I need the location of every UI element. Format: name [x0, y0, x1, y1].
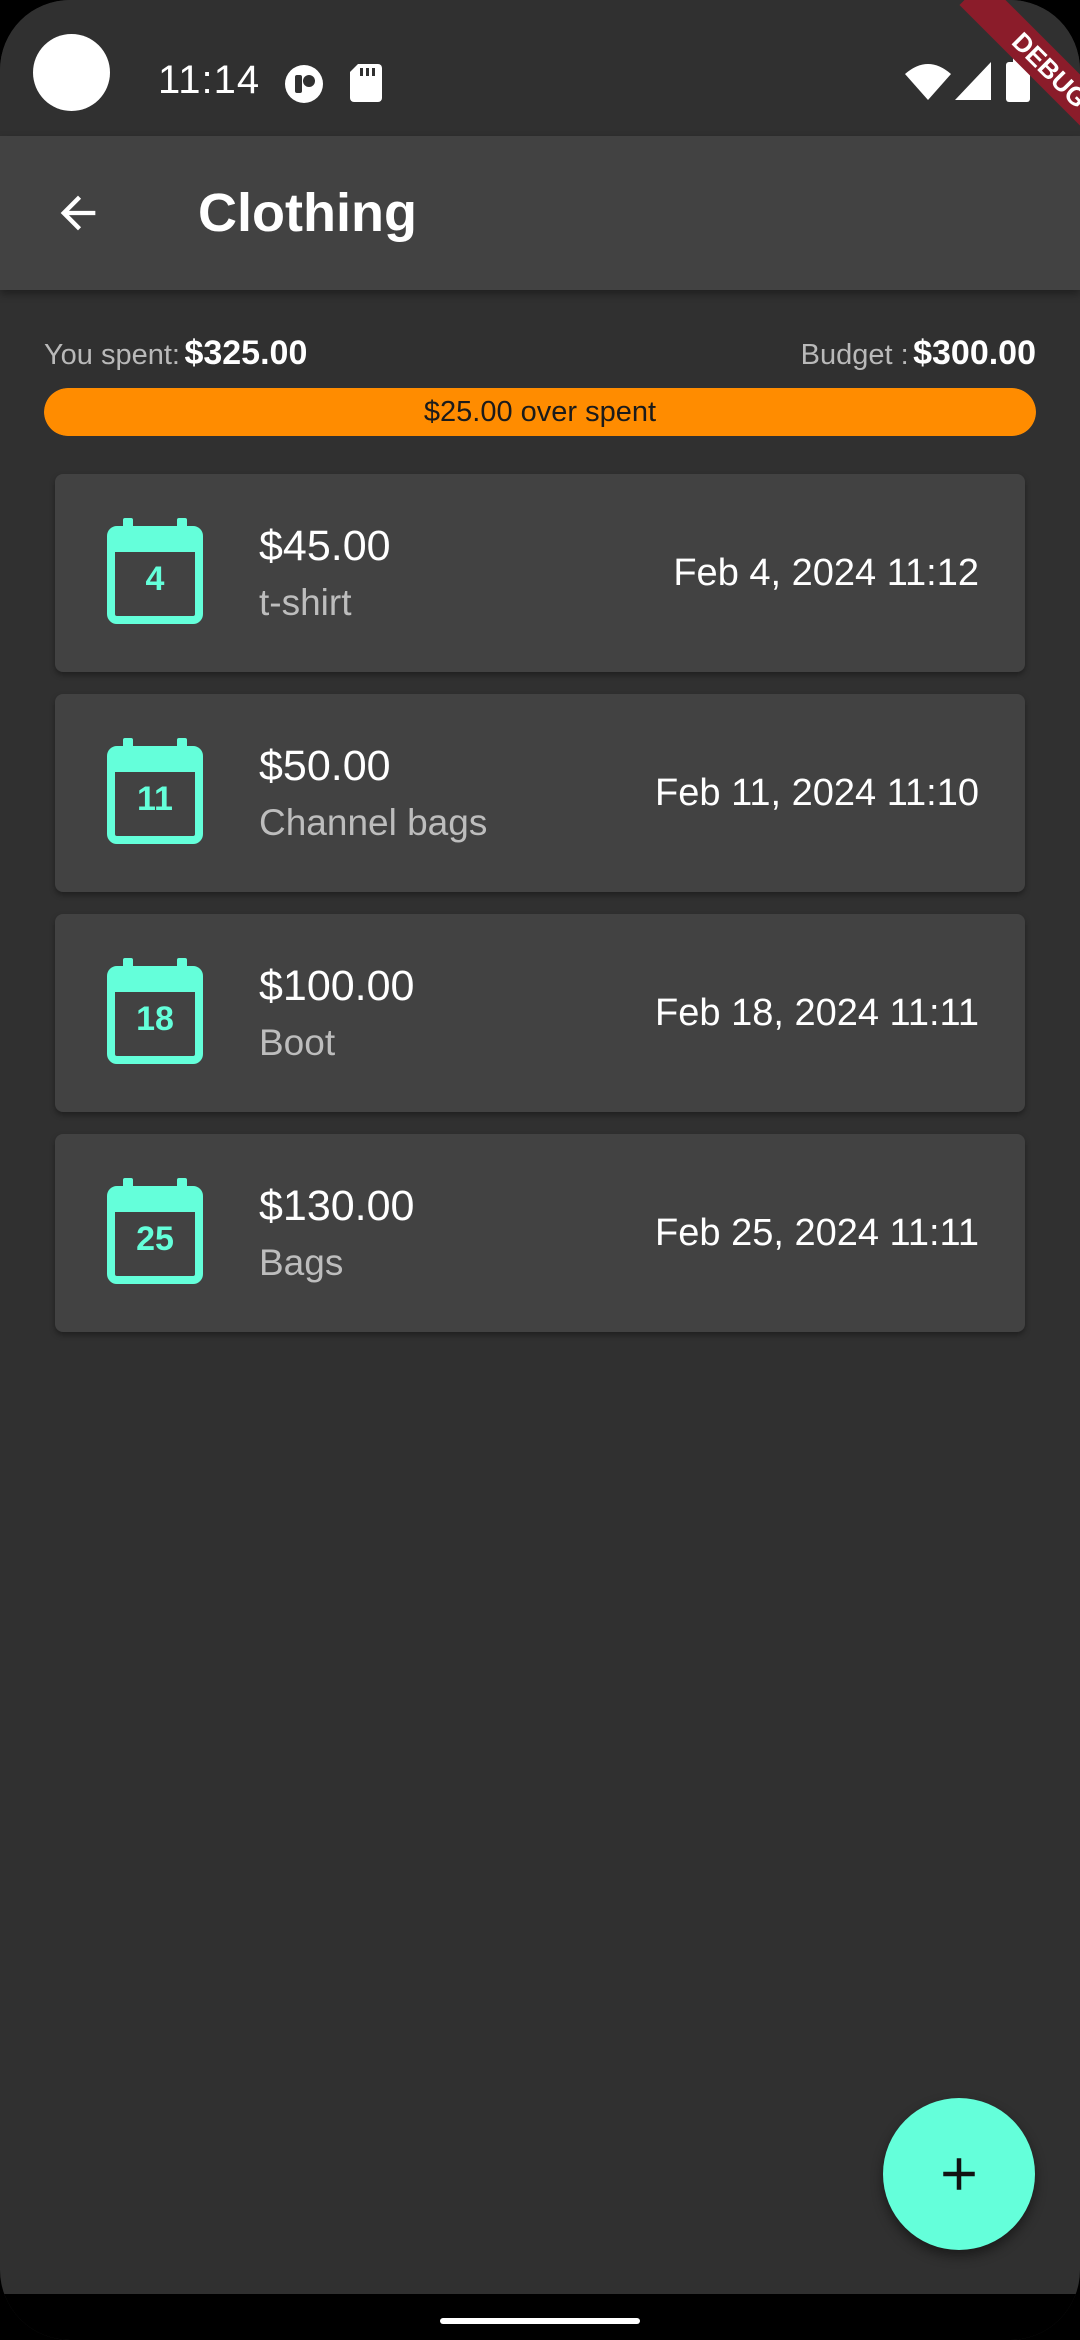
expense-datetime: Feb 25, 2024 11:11 — [655, 1212, 979, 1254]
expense-description: Boot — [259, 1022, 336, 1063]
expense-datetime: Feb 11, 2024 11:10 — [655, 772, 979, 814]
expense-description: Channel bags — [259, 802, 488, 843]
plus-icon — [943, 2158, 975, 2190]
expense-description: t-shirt — [259, 582, 352, 623]
expense-item[interactable]: 25 $130.00 Bags Feb 25, 2024 11:11 — [55, 1134, 1025, 1332]
expense-description: Bags — [259, 1242, 344, 1283]
debug-banner: DEBUG — [930, 0, 1080, 150]
overspent-text: $25.00 over spent — [423, 396, 657, 428]
calendar-day: 4 — [145, 560, 165, 598]
home-indicator[interactable] — [440, 2318, 640, 2324]
camera-cutout — [33, 34, 110, 111]
back-button[interactable] — [36, 171, 120, 255]
sd-card-icon — [350, 64, 382, 102]
budget-label: Budget : — [800, 339, 909, 371]
budget-progress-bar: $25.00 over spent — [44, 388, 1036, 436]
wifi-icon — [905, 64, 951, 100]
add-expense-button[interactable] — [883, 2098, 1035, 2250]
signal-icon — [955, 62, 991, 100]
status-time: 11:14 — [158, 58, 261, 102]
expense-datetime: Feb 4, 2024 11:12 — [673, 552, 979, 594]
budget-summary-right: Budget : $300.00 — [801, 334, 1036, 373]
expense-list: 4 $45.00 t-shirt Feb 4, 2024 11:12 11 $5… — [55, 474, 1025, 1354]
app-screen: 11:14 DEBUG Clothing You spent: $325.00 … — [0, 0, 1080, 2340]
app-notification-icon — [285, 65, 323, 103]
expense-amount: $45.00 — [259, 522, 391, 570]
status-bar: 11:14 DEBUG — [0, 0, 1080, 150]
app-bar: Clothing — [0, 136, 1080, 290]
arrow-back-icon — [60, 195, 96, 231]
calendar-day: 25 — [136, 1220, 174, 1258]
expense-datetime: Feb 18, 2024 11:11 — [655, 992, 979, 1034]
page-title: Clothing — [198, 183, 417, 243]
gesture-nav-bar — [0, 2294, 1080, 2340]
expense-item[interactable]: 4 $45.00 t-shirt Feb 4, 2024 11:12 — [55, 474, 1025, 672]
calendar-day: 18 — [136, 1000, 174, 1038]
expense-item[interactable]: 11 $50.00 Channel bags Feb 11, 2024 11:1… — [55, 694, 1025, 892]
budget-value: $300.00 — [913, 334, 1036, 372]
expense-amount: $50.00 — [259, 742, 391, 790]
spent-value: $325.00 — [184, 334, 308, 372]
battery-icon — [1006, 58, 1030, 102]
expense-item[interactable]: 18 $100.00 Boot Feb 18, 2024 11:11 — [55, 914, 1025, 1112]
expense-amount: $130.00 — [259, 1182, 415, 1230]
spent-summary: You spent: $325.00 — [44, 334, 307, 373]
calendar-day: 11 — [137, 780, 173, 818]
expense-amount: $100.00 — [259, 962, 415, 1010]
budget-summary: You spent: $325.00 Budget : $300.00 — [44, 334, 1036, 378]
spent-label: You spent: — [44, 339, 180, 371]
